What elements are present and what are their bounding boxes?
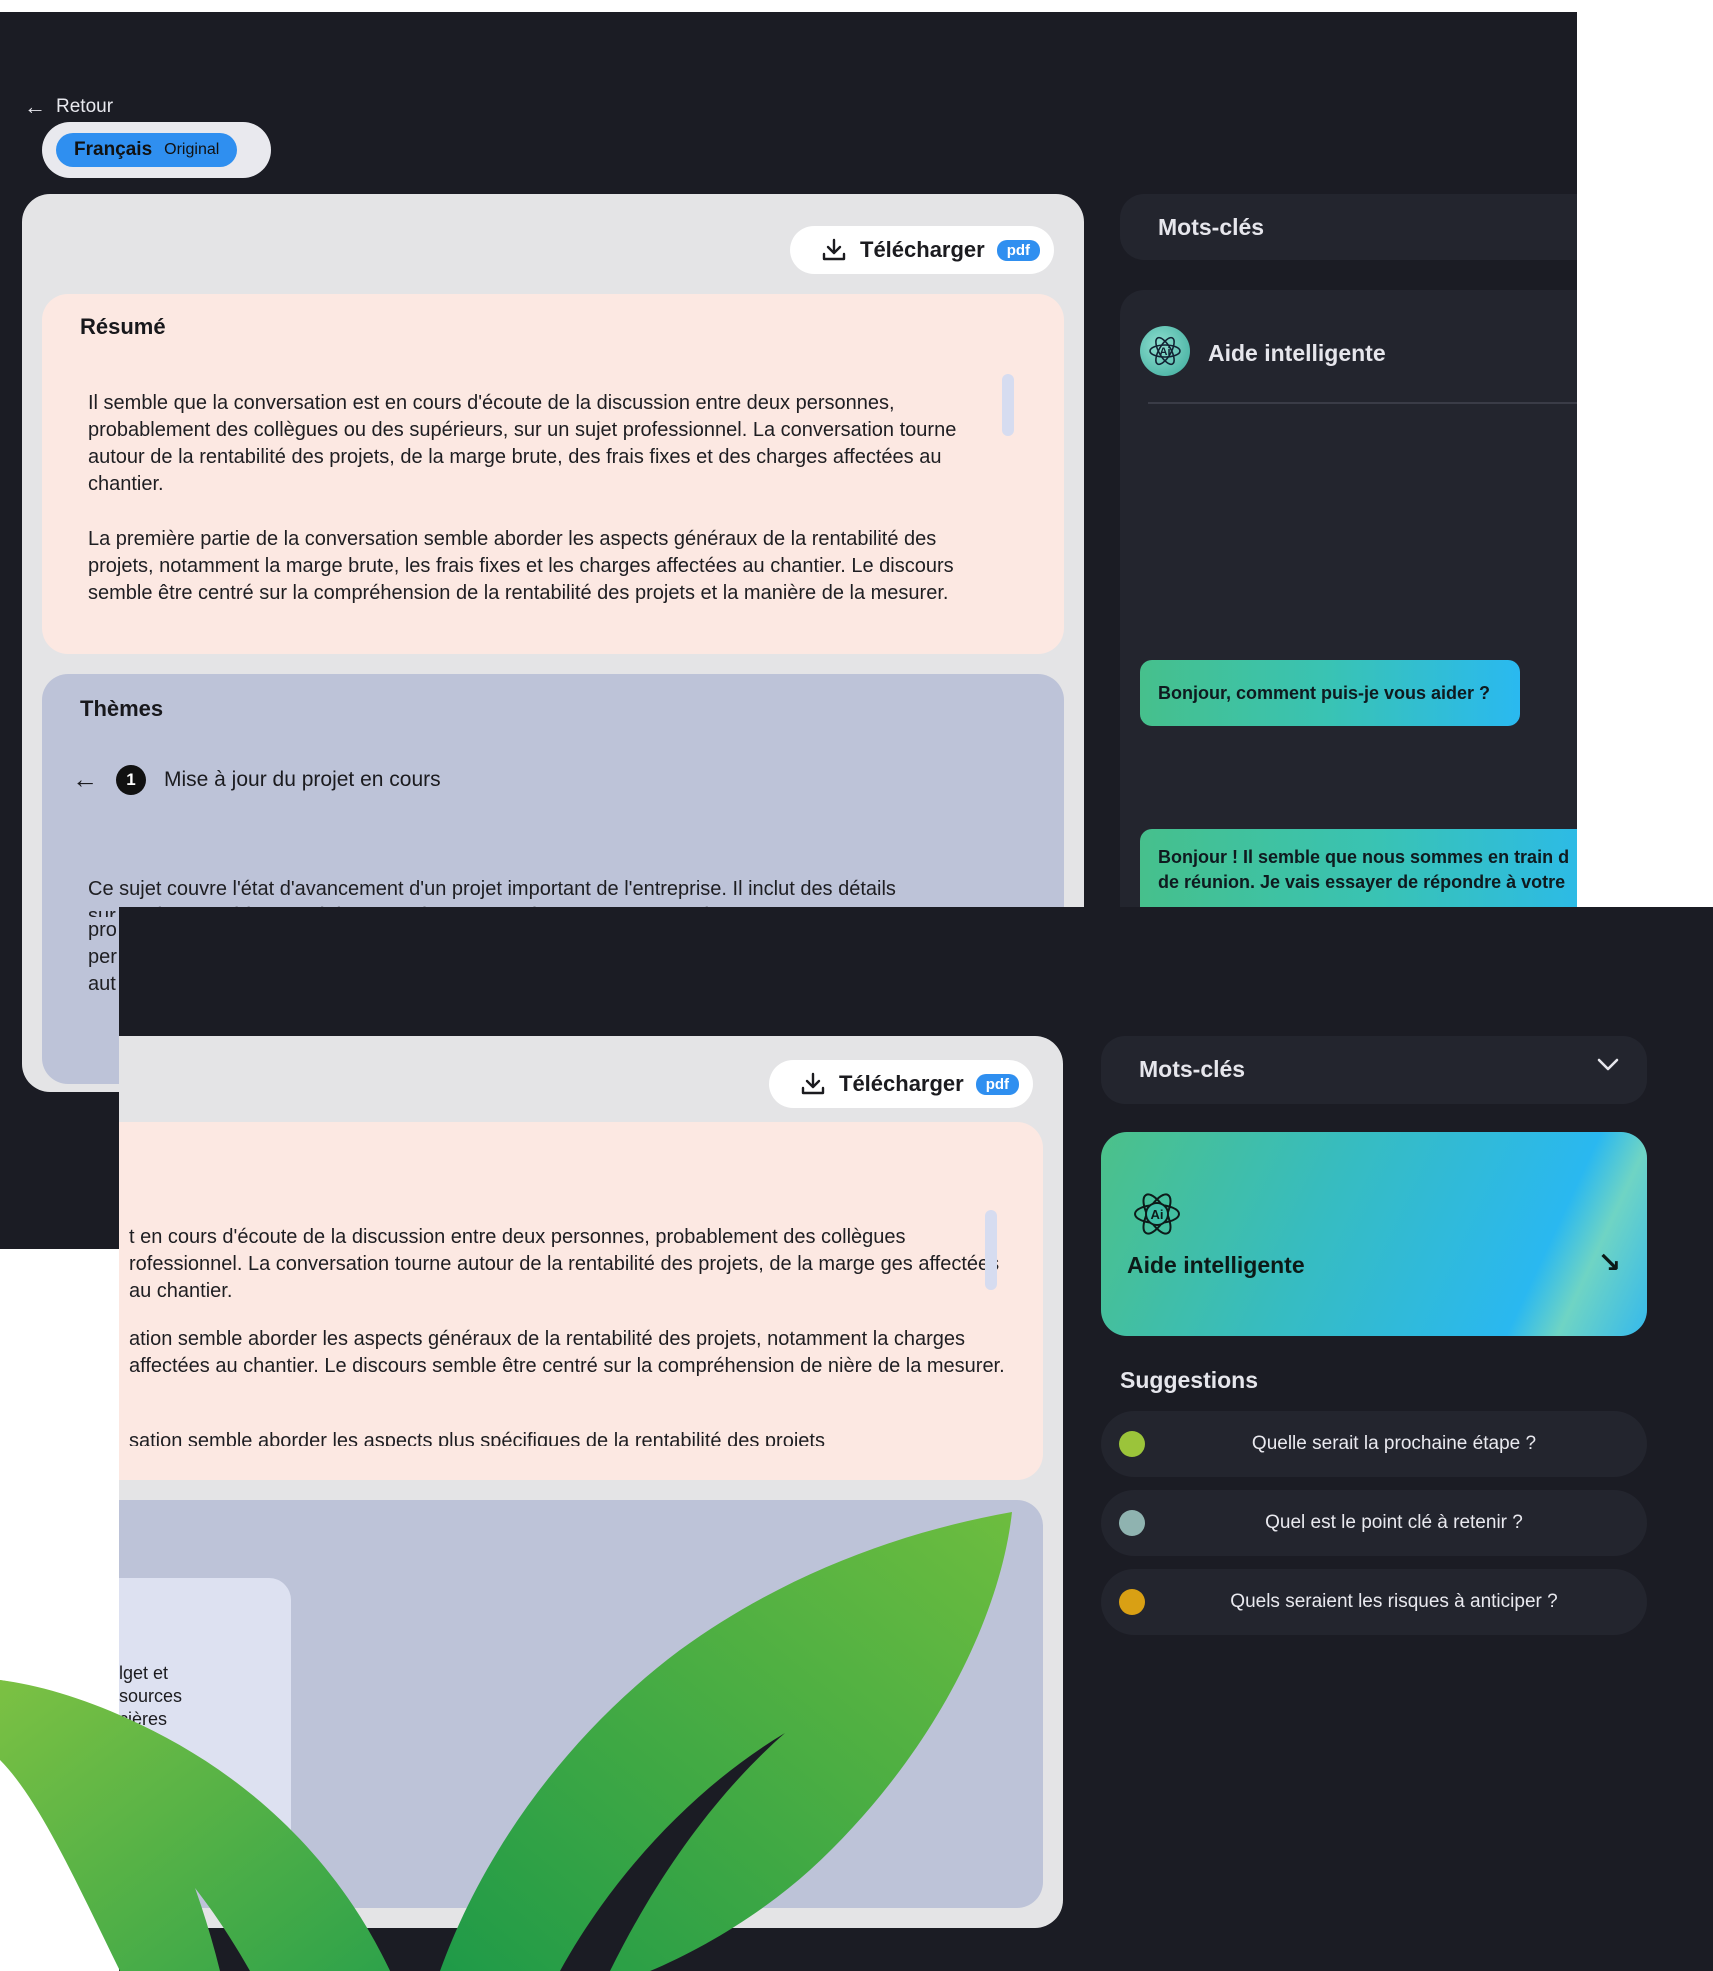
back-label: Retour	[56, 96, 114, 117]
ai-assistant-icon: Ai	[1134, 1193, 1180, 1235]
mini-line-4: le l	[119, 1845, 143, 1865]
suggestion-dot-icon	[1119, 1510, 1145, 1536]
theme-text-fragment-5: aut	[88, 973, 116, 995]
keywords-title: Mots-clés	[1139, 1056, 1246, 1082]
assistant-title: Aide intelligente	[1127, 1252, 1305, 1278]
summary-paragraph-2: ation semble aborder les aspects générau…	[129, 1328, 1005, 1377]
back-link[interactable]: ← Retour	[24, 96, 113, 118]
suggestion-item[interactable]: Quel est le point clé à retenir ?	[1101, 1490, 1647, 1556]
arrow-down-right-icon[interactable]: ↘	[1598, 1246, 1621, 1279]
download-button[interactable]: Télécharger pdf	[769, 1060, 1034, 1108]
ai-icon-label: Ai	[1160, 346, 1171, 358]
suggestion-text: Quelle serait la prochaine étape ?	[1251, 1433, 1537, 1454]
summary-paragraph-1: Il semble que la conversation est en cou…	[88, 392, 957, 495]
theme-mini-card[interactable]: lget et sources cières le l	[119, 1578, 291, 1878]
assistant-title: Aide intelligente	[1208, 340, 1386, 366]
summary-scrollbar[interactable]	[985, 1210, 997, 1290]
theme-title: Mise à jour du projet en cours	[164, 767, 441, 791]
pdf-badge: pdf	[996, 239, 1041, 261]
mini-line-2: sources	[119, 1686, 183, 1706]
ai-assistant-icon: Ai	[1140, 326, 1190, 376]
mini-line-3: cières	[119, 1709, 168, 1729]
themes-card-front: lget et sources cières le l	[119, 1500, 1043, 1908]
mini-line-1: lget et	[119, 1663, 169, 1683]
summary-paragraph-2: La première partie de la conversation se…	[88, 528, 954, 604]
reply-line-1: Bonjour ! Il semble que nous sommes en t…	[1158, 847, 1570, 867]
theme-text-fragment-3: pro	[88, 919, 117, 941]
download-label: Télécharger	[860, 237, 985, 262]
content-panel-front: Télécharger pdf t en cours d'écoute de l…	[119, 1036, 1063, 1928]
arrow-left-icon[interactable]: ←	[72, 764, 98, 795]
chevron-down-icon[interactable]	[1597, 1058, 1619, 1072]
suggestion-text: Quel est le point clé à retenir ?	[1265, 1512, 1523, 1533]
chat-message-assistant: Bonjour, comment puis-je vous aider ?	[1140, 660, 1520, 726]
front-window: Télécharger pdf t en cours d'écoute de l…	[119, 907, 1713, 1971]
suggestion-item[interactable]: Quels seraient les risques à anticiper ?	[1101, 1569, 1647, 1635]
suggestion-dot-icon	[1119, 1589, 1145, 1615]
download-button[interactable]: Télécharger pdf	[790, 226, 1055, 274]
download-icon	[822, 238, 846, 261]
pdf-badge: pdf	[975, 1073, 1020, 1095]
summary-card-front: t en cours d'écoute de la discussion ent…	[119, 1122, 1043, 1480]
download-icon	[801, 1072, 825, 1095]
arrow-left-icon: ←	[24, 94, 46, 119]
theme-item[interactable]: ← 1 Mise à jour du projet en cours	[72, 764, 441, 795]
ai-icon-label: Ai	[1151, 1207, 1164, 1222]
summary-paragraph-1: t en cours d'écoute de la discussion ent…	[129, 1226, 1000, 1302]
summary-card: Résumé Il semble que la conversation est…	[42, 294, 1064, 654]
suggestions-title: Suggestions	[1120, 1367, 1259, 1393]
summary-scrollbar[interactable]	[1002, 374, 1014, 436]
theme-number-badge: 1	[116, 764, 146, 795]
suggestion-text: Quels seraient les risques à anticiper ?	[1230, 1591, 1558, 1612]
language-tag: Original	[164, 141, 220, 158]
themes-title: Thèmes	[80, 696, 164, 721]
assistant-card[interactable]: Ai Aide intelligente ↘	[1101, 1132, 1647, 1336]
suggestion-dot-icon	[1119, 1431, 1145, 1457]
assistant-divider	[1148, 402, 1577, 404]
language-name: Français	[74, 139, 153, 160]
language-selector[interactable]: Français Original	[42, 122, 271, 178]
theme-text-line-1: Ce sujet couvre l'état d'avancement d'un…	[88, 878, 896, 900]
keywords-title: Mots-clés	[1158, 214, 1265, 240]
keywords-bar[interactable]: Mots-clés	[1120, 194, 1577, 260]
screenshot-canvas: ← Retour Français Original Télécharger p…	[0, 0, 1713, 1971]
suggestion-item[interactable]: Quelle serait la prochaine étape ?	[1101, 1411, 1647, 1477]
reply-line-2: de réunion. Je vais essayer de répondre …	[1158, 872, 1566, 892]
keywords-dropdown[interactable]: Mots-clés	[1101, 1036, 1647, 1104]
download-label: Télécharger	[839, 1071, 964, 1096]
summary-title: Résumé	[80, 314, 166, 339]
theme-text-fragment-4: per	[88, 946, 117, 968]
language-chip[interactable]: Français Original	[56, 133, 238, 167]
summary-paragraph-3: sation semble aborder les aspects plus s…	[129, 1430, 825, 1446]
